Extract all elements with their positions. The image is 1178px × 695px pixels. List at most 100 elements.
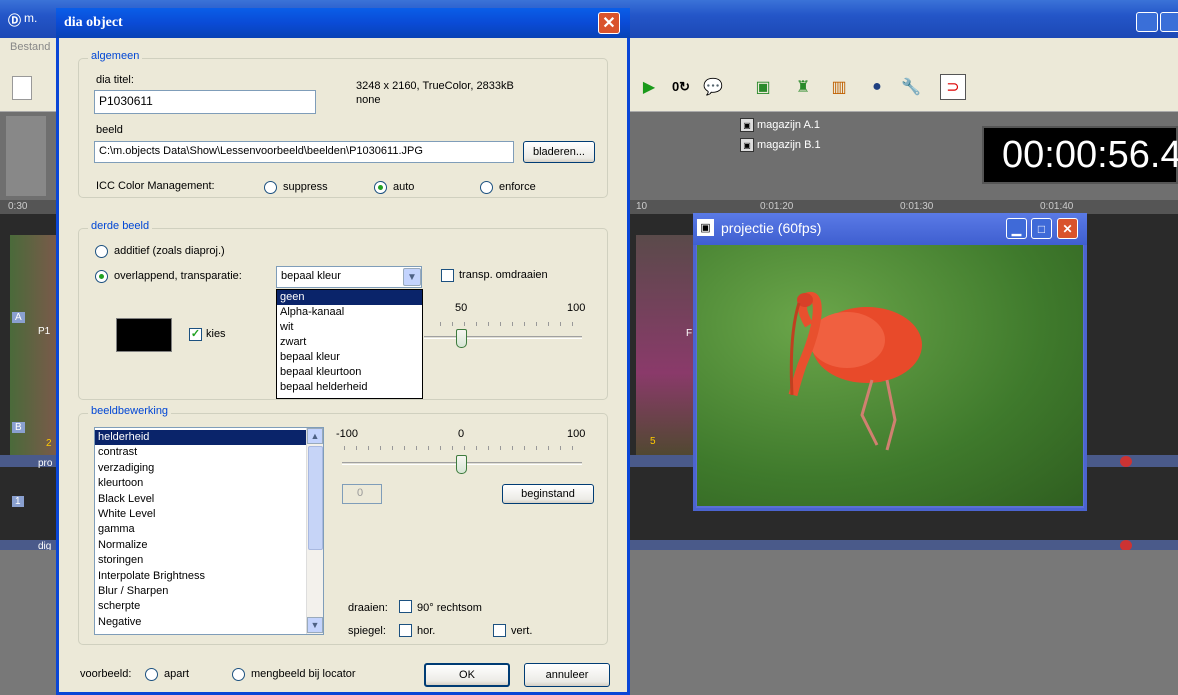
dropdown-option[interactable]: bepaal helderheid [277, 380, 422, 395]
rotate-checkbox[interactable] [399, 600, 412, 613]
effects-scrollbar[interactable]: ▲ ▼ [306, 428, 323, 634]
image-icon[interactable]: ▣ [750, 74, 776, 100]
wrench-icon[interactable]: 🔧 [898, 74, 924, 100]
mirror-vert-checkbox[interactable] [493, 624, 506, 637]
loop-icon[interactable]: 0↻ [668, 74, 694, 100]
dropdown-option[interactable]: bepaal kleurtoon [277, 365, 422, 380]
dropdown-option[interactable]: geen [277, 290, 422, 305]
projection-titlebar[interactable]: ▣ projectie (60fps) [693, 213, 1087, 245]
projector-icon[interactable]: ♜ [790, 74, 816, 100]
browse-button[interactable]: bladeren... [523, 141, 595, 163]
effects-list-item[interactable]: Black Level [95, 492, 307, 507]
slider-min-label: -100 [336, 428, 359, 440]
effects-list-item[interactable]: gamma [95, 522, 307, 537]
preview-mengbeeld-radio[interactable] [232, 668, 245, 681]
color-swatch[interactable] [116, 318, 172, 352]
maximize-button[interactable]: □ [1031, 218, 1052, 239]
dropdown-option[interactable]: Alpha-kanaal [277, 305, 422, 320]
levels-icon[interactable]: ▥ [826, 74, 852, 100]
play-icon[interactable]: ▶ [636, 74, 662, 100]
slider-ticks [344, 446, 580, 450]
dropdown-option[interactable]: zwart [277, 335, 422, 350]
magazine-label: magazijn A.1 [757, 119, 820, 131]
tool-palette [6, 116, 46, 196]
transparency-dropdown-list[interactable]: geen Alpha-kanaal wit zwart bepaal kleur… [276, 289, 423, 399]
effects-list[interactable]: helderheid contrast verzadiging kleurtoon Bl… [94, 427, 324, 635]
effect-value-field[interactable]: 0 [342, 484, 382, 504]
slider-mid-label: 50 [455, 302, 468, 314]
beeld-path-input[interactable]: C:\m.objects Data\Show\Lessenvoorbeeld\b… [94, 141, 514, 163]
transparency-slider-thumb[interactable] [456, 329, 467, 348]
dropdown-option[interactable]: bepaal kleur [277, 350, 422, 365]
track-text: 5 [650, 436, 656, 447]
dia-titel-input[interactable]: P1030611 [94, 90, 316, 114]
dropdown-option[interactable]: wit [277, 320, 422, 335]
scroll-down-icon[interactable]: ▼ [307, 617, 323, 633]
track-label-a: A [12, 312, 25, 323]
mirror-vert-label: vert. [511, 625, 533, 637]
effect-slider-thumb[interactable] [456, 455, 467, 474]
projection-title: projectie (60fps) [721, 220, 822, 236]
additief-label: additief (zoals diaproj.) [114, 245, 225, 257]
close-button[interactable]: ✕ [598, 12, 620, 34]
menu-bestand[interactable]: Bestand [10, 41, 50, 53]
cancel-button[interactable]: annuleer [524, 663, 610, 687]
beeld-label: beeld [96, 124, 123, 136]
additief-radio[interactable] [95, 245, 108, 258]
effects-list-item[interactable]: verzadiging [95, 461, 307, 476]
record-icon[interactable] [1120, 456, 1132, 467]
slider-max-label: 100 [567, 428, 586, 440]
magnet-icon[interactable]: ⊃ [940, 74, 966, 100]
transp-omdraaien-checkbox[interactable] [441, 269, 454, 282]
effects-list-item[interactable]: White Level [95, 507, 307, 522]
track-label-1: 1 [12, 496, 24, 507]
image-info-extra: none [356, 94, 381, 106]
ruler-label: 0:01:40 [1040, 201, 1074, 212]
objects-icon[interactable]: ● [864, 74, 890, 100]
overlappend-radio[interactable] [95, 270, 108, 283]
voorbeeld-label: voorbeeld: [80, 668, 132, 680]
comment-icon[interactable]: 💬 [700, 74, 726, 100]
ok-button[interactable]: OK [424, 663, 510, 687]
icc-enforce-radio[interactable] [480, 181, 493, 194]
track-text: P1 [38, 326, 51, 337]
ruler-label: 0:30 [8, 201, 28, 212]
scroll-up-icon[interactable]: ▲ [307, 428, 323, 444]
app-minimize-button[interactable] [1136, 12, 1158, 32]
minimize-button[interactable]: ▁ [1006, 218, 1027, 239]
mirror-hor-checkbox[interactable] [399, 624, 412, 637]
reset-button[interactable]: beginstand [502, 484, 594, 504]
effects-list-item[interactable]: helderheid [95, 430, 307, 446]
group-legend: beeldbewerking [88, 405, 172, 417]
effects-list-item[interactable]: storingen [95, 553, 307, 568]
effects-list-item[interactable]: kleurtoon [95, 476, 307, 491]
new-document-icon[interactable] [12, 76, 32, 100]
track-clip[interactable] [636, 235, 696, 465]
kies-checkbox[interactable]: ✓ [189, 328, 202, 341]
group-algemeen [78, 58, 608, 198]
scroll-thumb[interactable] [308, 446, 323, 550]
effects-list-item[interactable]: Blur / Sharpen [95, 584, 307, 599]
app-logo-icon: Ⓓ [8, 13, 22, 28]
transparency-slider-track[interactable] [424, 336, 582, 339]
transparency-select[interactable]: bepaal kleur [276, 266, 422, 288]
dialog-titlebar[interactable]: dia object [56, 8, 630, 38]
effects-list-item[interactable]: contrast [95, 445, 307, 460]
app-restore-button[interactable] [1160, 12, 1178, 32]
effects-list-item[interactable]: Negative [95, 615, 307, 630]
icc-suppress-radio[interactable] [264, 181, 277, 194]
mirror-hor-label: hor. [417, 625, 436, 637]
preview-apart-radio[interactable] [145, 668, 158, 681]
group-legend: algemeen [88, 50, 143, 62]
magazine-b[interactable]: ▣ magazijn B.1 [740, 138, 821, 152]
magazine-a[interactable]: ▣ magazijn A.1 [740, 118, 820, 132]
ruler-label: 10 [636, 201, 648, 212]
transp-omdraaien-label: transp. omdraaien [459, 269, 548, 281]
effects-list-item[interactable]: scherpte [95, 599, 307, 614]
effects-list-item[interactable]: Normalize [95, 538, 307, 553]
effects-list-item[interactable]: Interpolate Brightness [95, 569, 307, 584]
close-button[interactable]: ✕ [1057, 218, 1078, 239]
icc-auto-radio[interactable] [374, 181, 387, 194]
chevron-down-icon[interactable]: ▼ [403, 268, 421, 286]
projection-image [697, 245, 1083, 506]
